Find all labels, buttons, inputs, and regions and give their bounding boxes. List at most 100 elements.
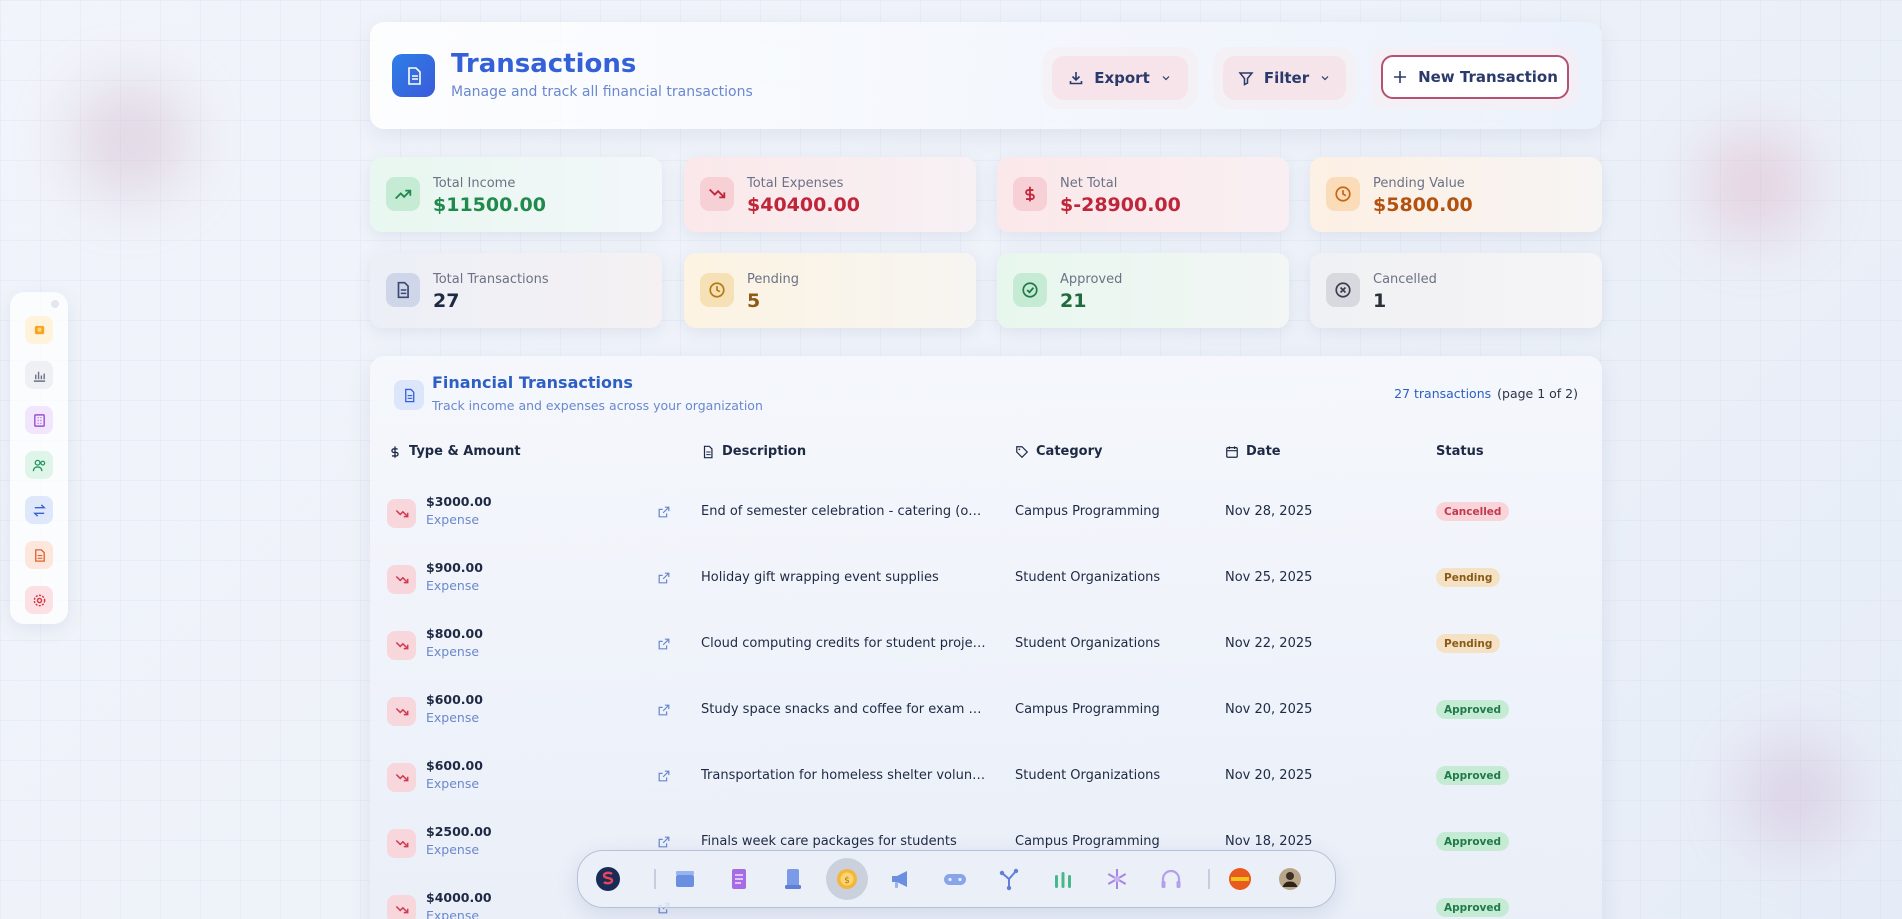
left-sidebar [10, 292, 68, 624]
stat-icon-wrapper [700, 177, 734, 211]
table-row[interactable]: $900.00 Expense Holiday gift wrapping even… [370, 554, 1602, 620]
megaphone-icon [892, 871, 907, 888]
dock-app-snowflake[interactable] [1099, 861, 1135, 897]
document-icon [397, 281, 409, 299]
trending-down-icon [395, 839, 408, 847]
stat-icon-wrapper [1326, 273, 1360, 307]
column-header-date[interactable]: Date [1225, 444, 1281, 459]
sidebar-item-settings[interactable] [25, 586, 53, 614]
tag-icon [1016, 445, 1029, 458]
external-link-icon[interactable] [657, 769, 671, 783]
new-transaction-label: New Transaction [1418, 68, 1558, 86]
dock-app-notes[interactable] [721, 861, 757, 897]
building-icon [33, 413, 45, 427]
row-type: Expense [426, 908, 480, 919]
table-row[interactable]: $3000.00 Expense End of semester celebrati… [370, 488, 1602, 554]
check-circle-icon [1022, 282, 1038, 298]
stat-value: $5800.00 [1373, 194, 1473, 216]
gear-icon [33, 594, 45, 606]
row-category: Campus Programming [1015, 504, 1160, 519]
dock-app-network[interactable] [991, 861, 1027, 897]
calendar-icon [1226, 445, 1238, 458]
x-circle-icon [1335, 282, 1351, 298]
trending-down-icon [395, 641, 408, 649]
dock-app-clapper[interactable] [667, 861, 703, 897]
trending-up-icon [395, 189, 412, 200]
clock-icon [709, 282, 725, 298]
row-amount: $900.00 [426, 560, 483, 575]
stat-value: 21 [1060, 290, 1087, 312]
dock-user-avatar[interactable] [1272, 861, 1308, 897]
swap-icon [32, 503, 46, 517]
dock-app-community[interactable] [1045, 861, 1081, 897]
row-date: Nov 18, 2025 [1225, 834, 1313, 849]
dock-app-support[interactable] [1153, 861, 1189, 897]
download-icon [1069, 72, 1083, 85]
document-icon [407, 66, 421, 85]
row-date: Nov 25, 2025 [1225, 570, 1313, 585]
stat-card-approved: Approved 21 [997, 253, 1289, 328]
sidebar-item-members[interactable] [25, 451, 53, 479]
avatar-icon [1279, 868, 1301, 890]
sidebar-item-buildings[interactable] [25, 406, 53, 434]
row-date: Nov 28, 2025 [1225, 504, 1313, 519]
row-amount: $800.00 [426, 626, 483, 641]
row-description: Finals week care packages for students [701, 834, 957, 849]
export-button[interactable]: Export [1052, 56, 1188, 100]
decor-blob [1700, 130, 1810, 240]
external-link-icon[interactable] [657, 637, 671, 651]
stat-card-total-expenses: Total Expenses $40400.00 [684, 157, 976, 232]
dock-app-logo[interactable] [590, 861, 626, 897]
stat-value: 27 [433, 290, 460, 312]
dock-app-finance[interactable]: $ [826, 858, 868, 900]
filter-icon [1238, 72, 1254, 86]
clock-icon [1335, 186, 1351, 202]
row-type: Expense [426, 512, 480, 527]
external-link-icon[interactable] [657, 505, 671, 519]
row-description: Cloud computing credits for student proj… [701, 636, 986, 651]
column-header-status[interactable]: Status [1436, 444, 1484, 459]
file-text-icon [703, 445, 713, 458]
panel-subtitle: Track income and expenses across your or… [432, 398, 763, 413]
status-badge: Pending [1436, 568, 1501, 587]
table-row[interactable]: $600.00 Expense Transportation for homeles… [370, 752, 1602, 818]
column-header-category[interactable]: Category [1015, 444, 1102, 459]
column-header-description[interactable]: Description [701, 444, 806, 459]
external-link-icon[interactable] [657, 703, 671, 717]
sidebar-item-analytics[interactable] [25, 361, 53, 389]
dollar-icon [391, 445, 399, 458]
dock-app-stop[interactable] [1222, 861, 1258, 897]
row-category: Campus Programming [1015, 834, 1160, 849]
people-icon [1055, 872, 1071, 888]
dock-app-announcements[interactable] [883, 861, 919, 897]
table-row[interactable]: $800.00 Expense Cloud computing credits fo… [370, 620, 1602, 686]
dock-app-tablet[interactable] [775, 861, 811, 897]
sidebar-collapse-dot[interactable] [51, 300, 59, 308]
dock-app-gaming[interactable] [937, 861, 973, 897]
snowflake-icon [1107, 869, 1127, 889]
trending-down-icon [395, 707, 408, 715]
table-row[interactable]: $600.00 Expense Study space snacks and cof… [370, 686, 1602, 752]
sidebar-item-transactions[interactable] [25, 496, 53, 524]
sidebar-item-documents[interactable] [25, 541, 53, 569]
bar-chart-icon [33, 371, 45, 382]
users-icon [32, 459, 45, 471]
row-date: Nov 20, 2025 [1225, 702, 1313, 717]
filter-button[interactable]: Filter [1223, 56, 1346, 100]
new-transaction-button[interactable]: New Transaction [1381, 55, 1569, 99]
panel-icon [394, 380, 424, 410]
row-amount: $2500.00 [426, 824, 492, 839]
column-header-label: Type & Amount [409, 444, 521, 459]
stat-icon-wrapper [700, 273, 734, 307]
external-link-icon[interactable] [657, 835, 671, 849]
stat-card-total-income: Total Income $11500.00 [370, 157, 662, 232]
column-header-type-amount[interactable]: Type & Amount [388, 444, 521, 459]
decor-blob [1740, 740, 1850, 850]
chevron-down-icon [1162, 76, 1170, 81]
stat-icon-wrapper [386, 273, 420, 307]
transactions-count: 27 transactions (page 1 of 2) [1394, 386, 1578, 401]
row-type: Expense [426, 710, 480, 725]
sidebar-item-home[interactable] [25, 316, 53, 344]
external-link-icon[interactable] [657, 571, 671, 585]
status-badge: Approved [1436, 898, 1510, 917]
